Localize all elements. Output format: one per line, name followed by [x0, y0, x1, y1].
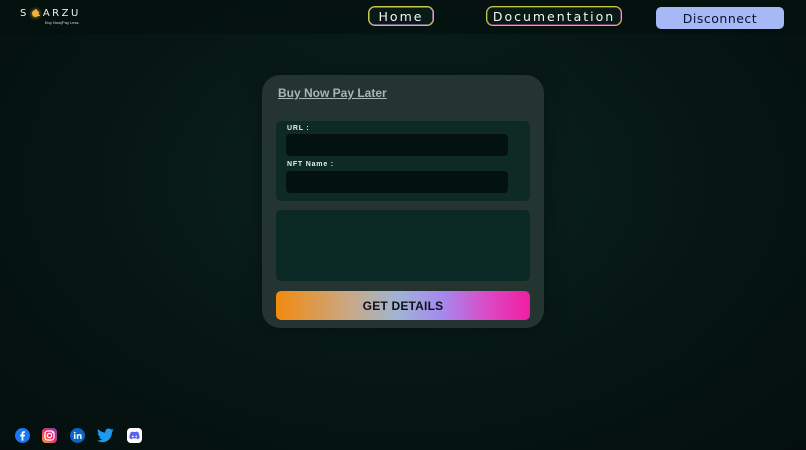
form-panel: URL : NFT Name : [276, 121, 530, 201]
logo-tagline: Buy Now|Pay Less [45, 20, 79, 25]
sun-icon [32, 10, 39, 17]
solarzu-logo[interactable]: S LARZU Buy Now|Pay Less [20, 8, 90, 26]
get-details-button[interactable]: GET DETAILS [276, 291, 530, 320]
disconnect-button[interactable]: Disconnect [656, 7, 784, 29]
url-input[interactable] [286, 134, 508, 156]
discord-icon[interactable] [127, 428, 142, 443]
nft-name-input[interactable] [286, 171, 508, 193]
card-title-link[interactable]: Buy Now Pay Later [278, 86, 387, 100]
bnpl-card: Buy Now Pay Later URL : NFT Name : GET D… [262, 75, 544, 328]
logo-text: S LARZU [20, 8, 81, 19]
details-output-panel [276, 210, 530, 281]
instagram-icon[interactable] [42, 428, 57, 443]
facebook-icon[interactable] [15, 428, 30, 443]
url-label: URL : [287, 125, 310, 132]
linkedin-icon[interactable] [70, 428, 85, 443]
nav-home-button[interactable]: Home [368, 6, 434, 26]
twitter-icon[interactable] [97, 428, 114, 443]
nft-name-label: NFT Name : [287, 161, 334, 168]
nav-documentation-button[interactable]: Documentation [486, 6, 622, 26]
